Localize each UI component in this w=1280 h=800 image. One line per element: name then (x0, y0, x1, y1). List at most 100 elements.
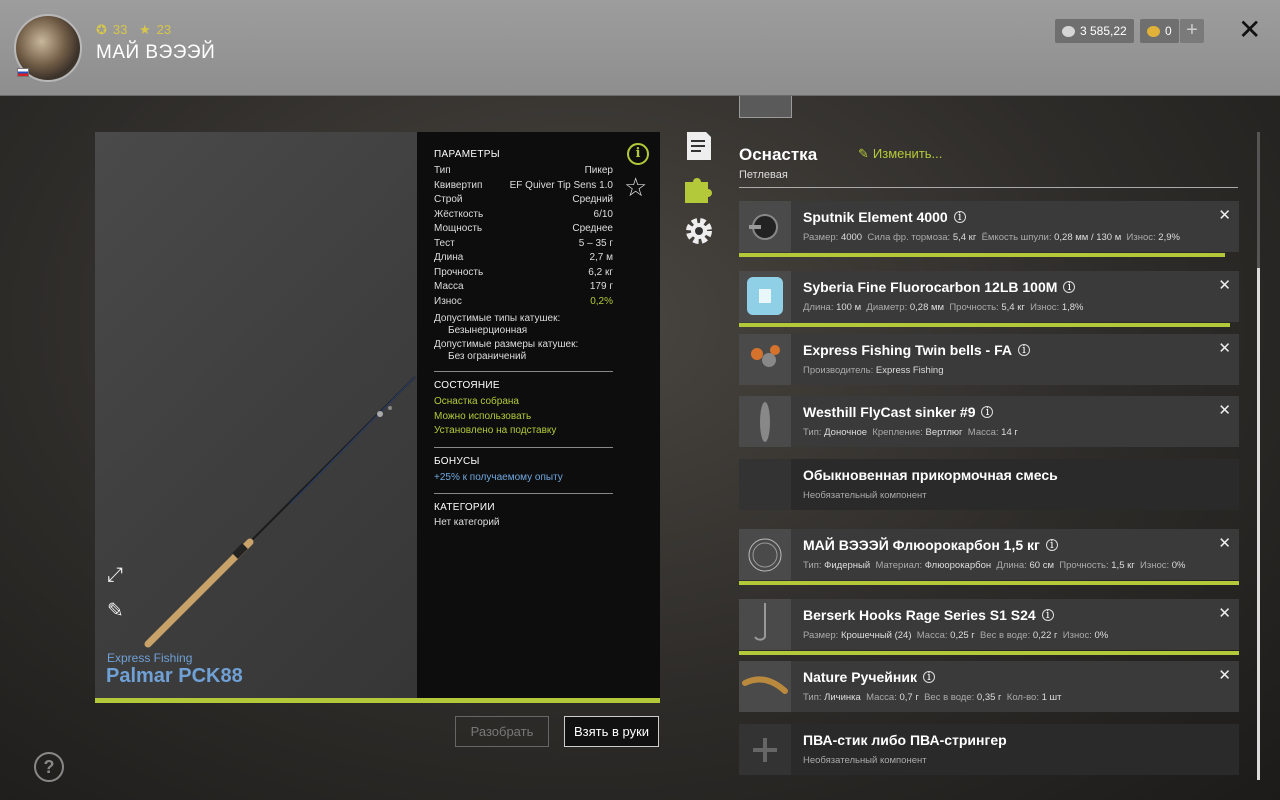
item-name-text: Express Fishing Twin bells - FA (803, 342, 1013, 358)
info-icon[interactable]: i (1045, 539, 1058, 551)
desc-label: Масса: (967, 427, 999, 438)
desc-value: 1,8% (1061, 302, 1084, 313)
item-name-text: МАЙ ВЭЭЭЙ Флюорокарбон 1,5 кг (803, 537, 1040, 553)
info-icon[interactable]: i (922, 671, 935, 683)
param-label: Длина (434, 252, 464, 263)
edit-tackle-link[interactable]: ✎ Изменить... (858, 146, 942, 162)
desc-label: Материал: (875, 560, 923, 571)
item-thumbnail (739, 529, 791, 580)
item-description: Необязательный компонент (803, 755, 927, 766)
document-icon[interactable] (684, 131, 714, 161)
remove-item-icon[interactable]: ✕ (1218, 206, 1231, 224)
remove-item-icon[interactable]: ✕ (1218, 604, 1231, 622)
param-row: Прочность 6,2 кг (434, 266, 613, 281)
tackle-item[interactable]: Обыкновенная прикормочная смесь Необязате… (739, 459, 1239, 510)
param-value: 179 г (589, 281, 613, 292)
item-thumbnail (739, 201, 791, 252)
param-label: Тип (434, 165, 451, 176)
tackle-item[interactable]: МАЙ ВЭЭЭЙ Флюорокарбон 1,5 кг i Тип: Фидер… (739, 529, 1239, 580)
desc-value: 100 м (836, 302, 862, 313)
item-thumbnail (739, 661, 791, 712)
reel-types-label: Допустимые типы катушек: (434, 313, 561, 324)
param-label: Масса (434, 281, 464, 292)
item-thumbnail (739, 599, 791, 650)
divider (434, 446, 613, 448)
param-row: Мощность Среднее (434, 222, 613, 237)
desc-value: 0,22 г (1032, 630, 1058, 641)
tackle-item[interactable]: Sputnik Element 4000 i Размер: 4000 Сила ф… (739, 201, 1239, 252)
item-name: Express Fishing Twin bells - FA i (803, 342, 1031, 358)
durability-bar (739, 651, 1239, 655)
item-name-text: Westhill FlyCast sinker #9 (803, 404, 976, 420)
param-value: Среднее (572, 223, 613, 234)
gold-balance: 0 (1140, 19, 1179, 43)
desc-value: 60 см (1029, 560, 1054, 571)
info-icon[interactable]: i (627, 143, 649, 165)
bonus-title: БОНУСЫ (434, 455, 480, 467)
desc-label: Тип: (803, 427, 822, 438)
disassemble-button[interactable]: Разобрать (455, 716, 549, 747)
scrollbar-thumb[interactable] (1257, 268, 1260, 780)
expand-icon[interactable]: ⤢ (107, 564, 123, 587)
item-name-text: Syberia Fine Fluorocarbon 12LB 100M (803, 279, 1058, 295)
scroll-up-tab[interactable] (739, 96, 792, 118)
item-name: Nature Ручейник i (803, 669, 935, 685)
param-value: 6,2 кг (588, 266, 613, 278)
rod-name: Palmar PCK88 (106, 665, 243, 687)
gold-coin-icon (1147, 25, 1160, 37)
take-in-hands-button[interactable]: Взять в руки (564, 716, 659, 747)
remove-item-icon[interactable]: ✕ (1218, 339, 1231, 357)
item-name: Sputnik Element 4000 i (803, 209, 966, 225)
desc-label: Вес в воде: (980, 630, 1031, 641)
add-gold-button[interactable]: + (1180, 19, 1204, 43)
params-title: ПАРАМЕТРЫ (434, 149, 500, 160)
param-value: Средний (572, 194, 613, 205)
param-value: 0,2% (590, 295, 613, 307)
close-button[interactable]: ✕ (1238, 16, 1261, 44)
durability-bar (739, 323, 1230, 327)
desc-label: Прочность: (949, 302, 999, 313)
tackle-item[interactable]: Westhill FlyCast sinker #9 i Тип: Доночное… (739, 396, 1239, 447)
state-item: Установлено на подставку (434, 425, 557, 436)
state-title: СОСТОЯНИЕ (434, 380, 500, 391)
repair-icon[interactable]: ✎ (107, 598, 124, 623)
tackle-item[interactable]: Nature Ручейник i Тип: Личинка Масса: 0,7 … (739, 661, 1239, 712)
remove-item-icon[interactable]: ✕ (1218, 534, 1231, 552)
tackle-item[interactable]: Express Fishing Twin bells - FA i Производ… (739, 334, 1239, 385)
remove-item-icon[interactable]: ✕ (1218, 401, 1231, 419)
gear-icon[interactable] (684, 216, 714, 246)
remove-item-icon[interactable]: ✕ (1218, 276, 1231, 294)
help-icon[interactable]: ? (34, 752, 64, 782)
favorite-star-icon[interactable]: ☆ (624, 172, 647, 203)
item-name-text: Sputnik Element 4000 (803, 209, 948, 225)
item-name-text: Обыкновенная прикормочная смесь (803, 467, 1058, 483)
desc-label: Ёмкость шпули: (981, 232, 1052, 243)
desc-label: Длина: (996, 560, 1027, 571)
item-name: Berserk Hooks Rage Series S1 S24 i (803, 607, 1054, 623)
tackle-item[interactable]: ПВА-стик либо ПВА-стрингер Необязательный… (739, 724, 1239, 775)
info-icon[interactable]: i (1018, 344, 1031, 356)
reel-types-value: Безынерционная (448, 325, 528, 336)
item-thumbnail (739, 271, 791, 322)
desc-value: 2,9% (1158, 232, 1180, 243)
tackle-item[interactable]: Berserk Hooks Rage Series S1 S24 i Размер:… (739, 599, 1239, 650)
desc-value: Личинка (824, 692, 861, 703)
puzzle-icon[interactable] (684, 174, 714, 204)
desc-value: Крошечный (24) (840, 630, 912, 641)
desc-label: Тип: (803, 560, 822, 571)
info-icon[interactable]: i (981, 406, 994, 418)
player-name: МАЙ ВЭЭЭЙ (96, 42, 216, 63)
param-label: Тест (434, 237, 455, 249)
desc-value: Express Fishing (875, 365, 944, 376)
rod-brand: Express Fishing (107, 651, 193, 665)
remove-item-icon[interactable]: ✕ (1218, 666, 1231, 684)
param-label: Строй (434, 194, 463, 205)
item-name: ПВА-стик либо ПВА-стрингер (803, 732, 1007, 748)
item-name-text: Nature Ручейник (803, 669, 917, 685)
tackle-title: Оснастка (739, 145, 818, 164)
info-icon[interactable]: i (1063, 281, 1076, 293)
desc-value: 0% (1094, 630, 1109, 641)
tackle-item[interactable]: Syberia Fine Fluorocarbon 12LB 100M i Длин… (739, 271, 1239, 322)
info-icon[interactable]: i (1041, 609, 1054, 621)
info-icon[interactable]: i (953, 211, 966, 223)
